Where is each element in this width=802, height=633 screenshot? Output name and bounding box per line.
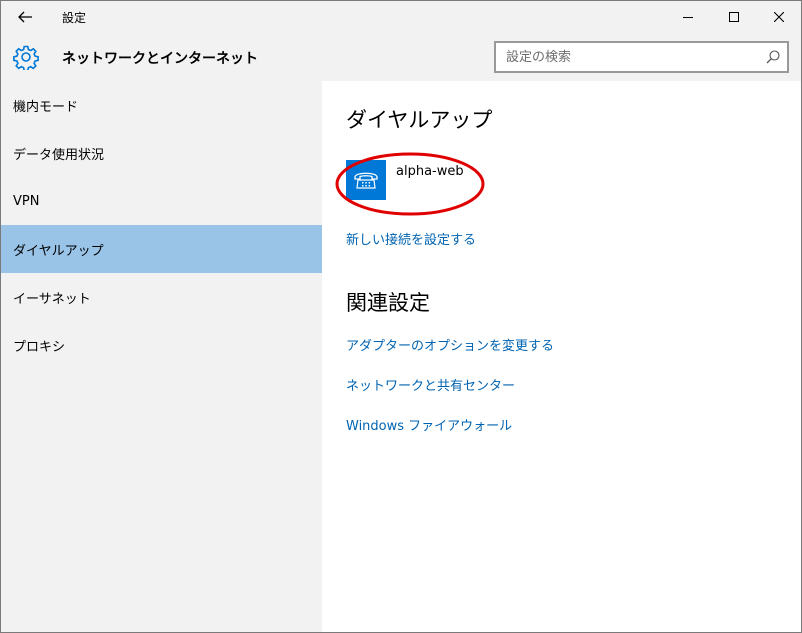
- main-content: ダイヤルアップ alpha-web 新しい接続を設定する 関連設定 アダプターの…: [322, 81, 801, 632]
- minimize-button[interactable]: [665, 1, 711, 33]
- sidebar-item-proxy[interactable]: プロキシ: [1, 321, 322, 369]
- page-title: ネットワークとインターネット: [62, 51, 258, 67]
- sidebar-item-label: 機内モード: [13, 99, 79, 115]
- back-button[interactable]: [9, 5, 41, 29]
- connection-name: alpha-web: [396, 164, 464, 179]
- sidebar-item-data-usage[interactable]: データ使用状況: [1, 129, 322, 177]
- section-title: ダイヤルアップ: [346, 108, 493, 132]
- phone-tile: [346, 160, 386, 200]
- sidebar-item-label: ダイヤルアップ: [13, 243, 104, 259]
- sidebar-item-label: プロキシ: [13, 339, 66, 355]
- sidebar-item-airplane-mode[interactable]: 機内モード: [1, 81, 322, 129]
- close-button[interactable]: [756, 1, 801, 33]
- title-bar: 設定: [1, 1, 801, 33]
- sidebar-item-label: イーサネット: [13, 291, 91, 307]
- search-input[interactable]: [506, 48, 756, 66]
- back-arrow-icon: [18, 11, 32, 23]
- search-icon[interactable]: [765, 49, 781, 65]
- sidebar-item-ethernet[interactable]: イーサネット: [1, 273, 322, 321]
- settings-window: 設定 ネットワークとインターネット 設定の検索 機内モード データ使用状況 VP…: [0, 0, 802, 633]
- related-settings-title: 関連設定: [346, 291, 430, 315]
- search-box[interactable]: [494, 41, 789, 73]
- adapter-options-link[interactable]: アダプターのオプションを変更する: [346, 335, 554, 354]
- page-header: ネットワークとインターネット: [1, 33, 801, 81]
- maximize-icon: [729, 12, 739, 22]
- windows-firewall-link[interactable]: Windows ファイアウォール: [346, 415, 512, 434]
- close-icon: [774, 12, 784, 22]
- window-title: 設定: [62, 11, 87, 25]
- sidebar-item-label: データ使用状況: [13, 147, 105, 163]
- maximize-button[interactable]: [711, 1, 757, 33]
- sidebar-item-label: VPN: [13, 193, 40, 209]
- new-connection-link[interactable]: 新しい接続を設定する: [346, 229, 476, 248]
- network-sharing-center-link[interactable]: ネットワークと共有センター: [346, 375, 515, 394]
- gear-icon: [13, 45, 39, 70]
- minimize-icon: [683, 17, 693, 18]
- sidebar-item-dial-up[interactable]: ダイヤルアップ: [1, 225, 322, 273]
- sidebar-item-vpn[interactable]: VPN: [1, 177, 322, 225]
- sidebar: 機内モード データ使用状況 VPN ダイヤルアップ イーサネット プロキシ: [1, 81, 322, 632]
- phone-icon: [354, 172, 378, 189]
- dial-up-connection-item[interactable]: alpha-web: [346, 160, 506, 204]
